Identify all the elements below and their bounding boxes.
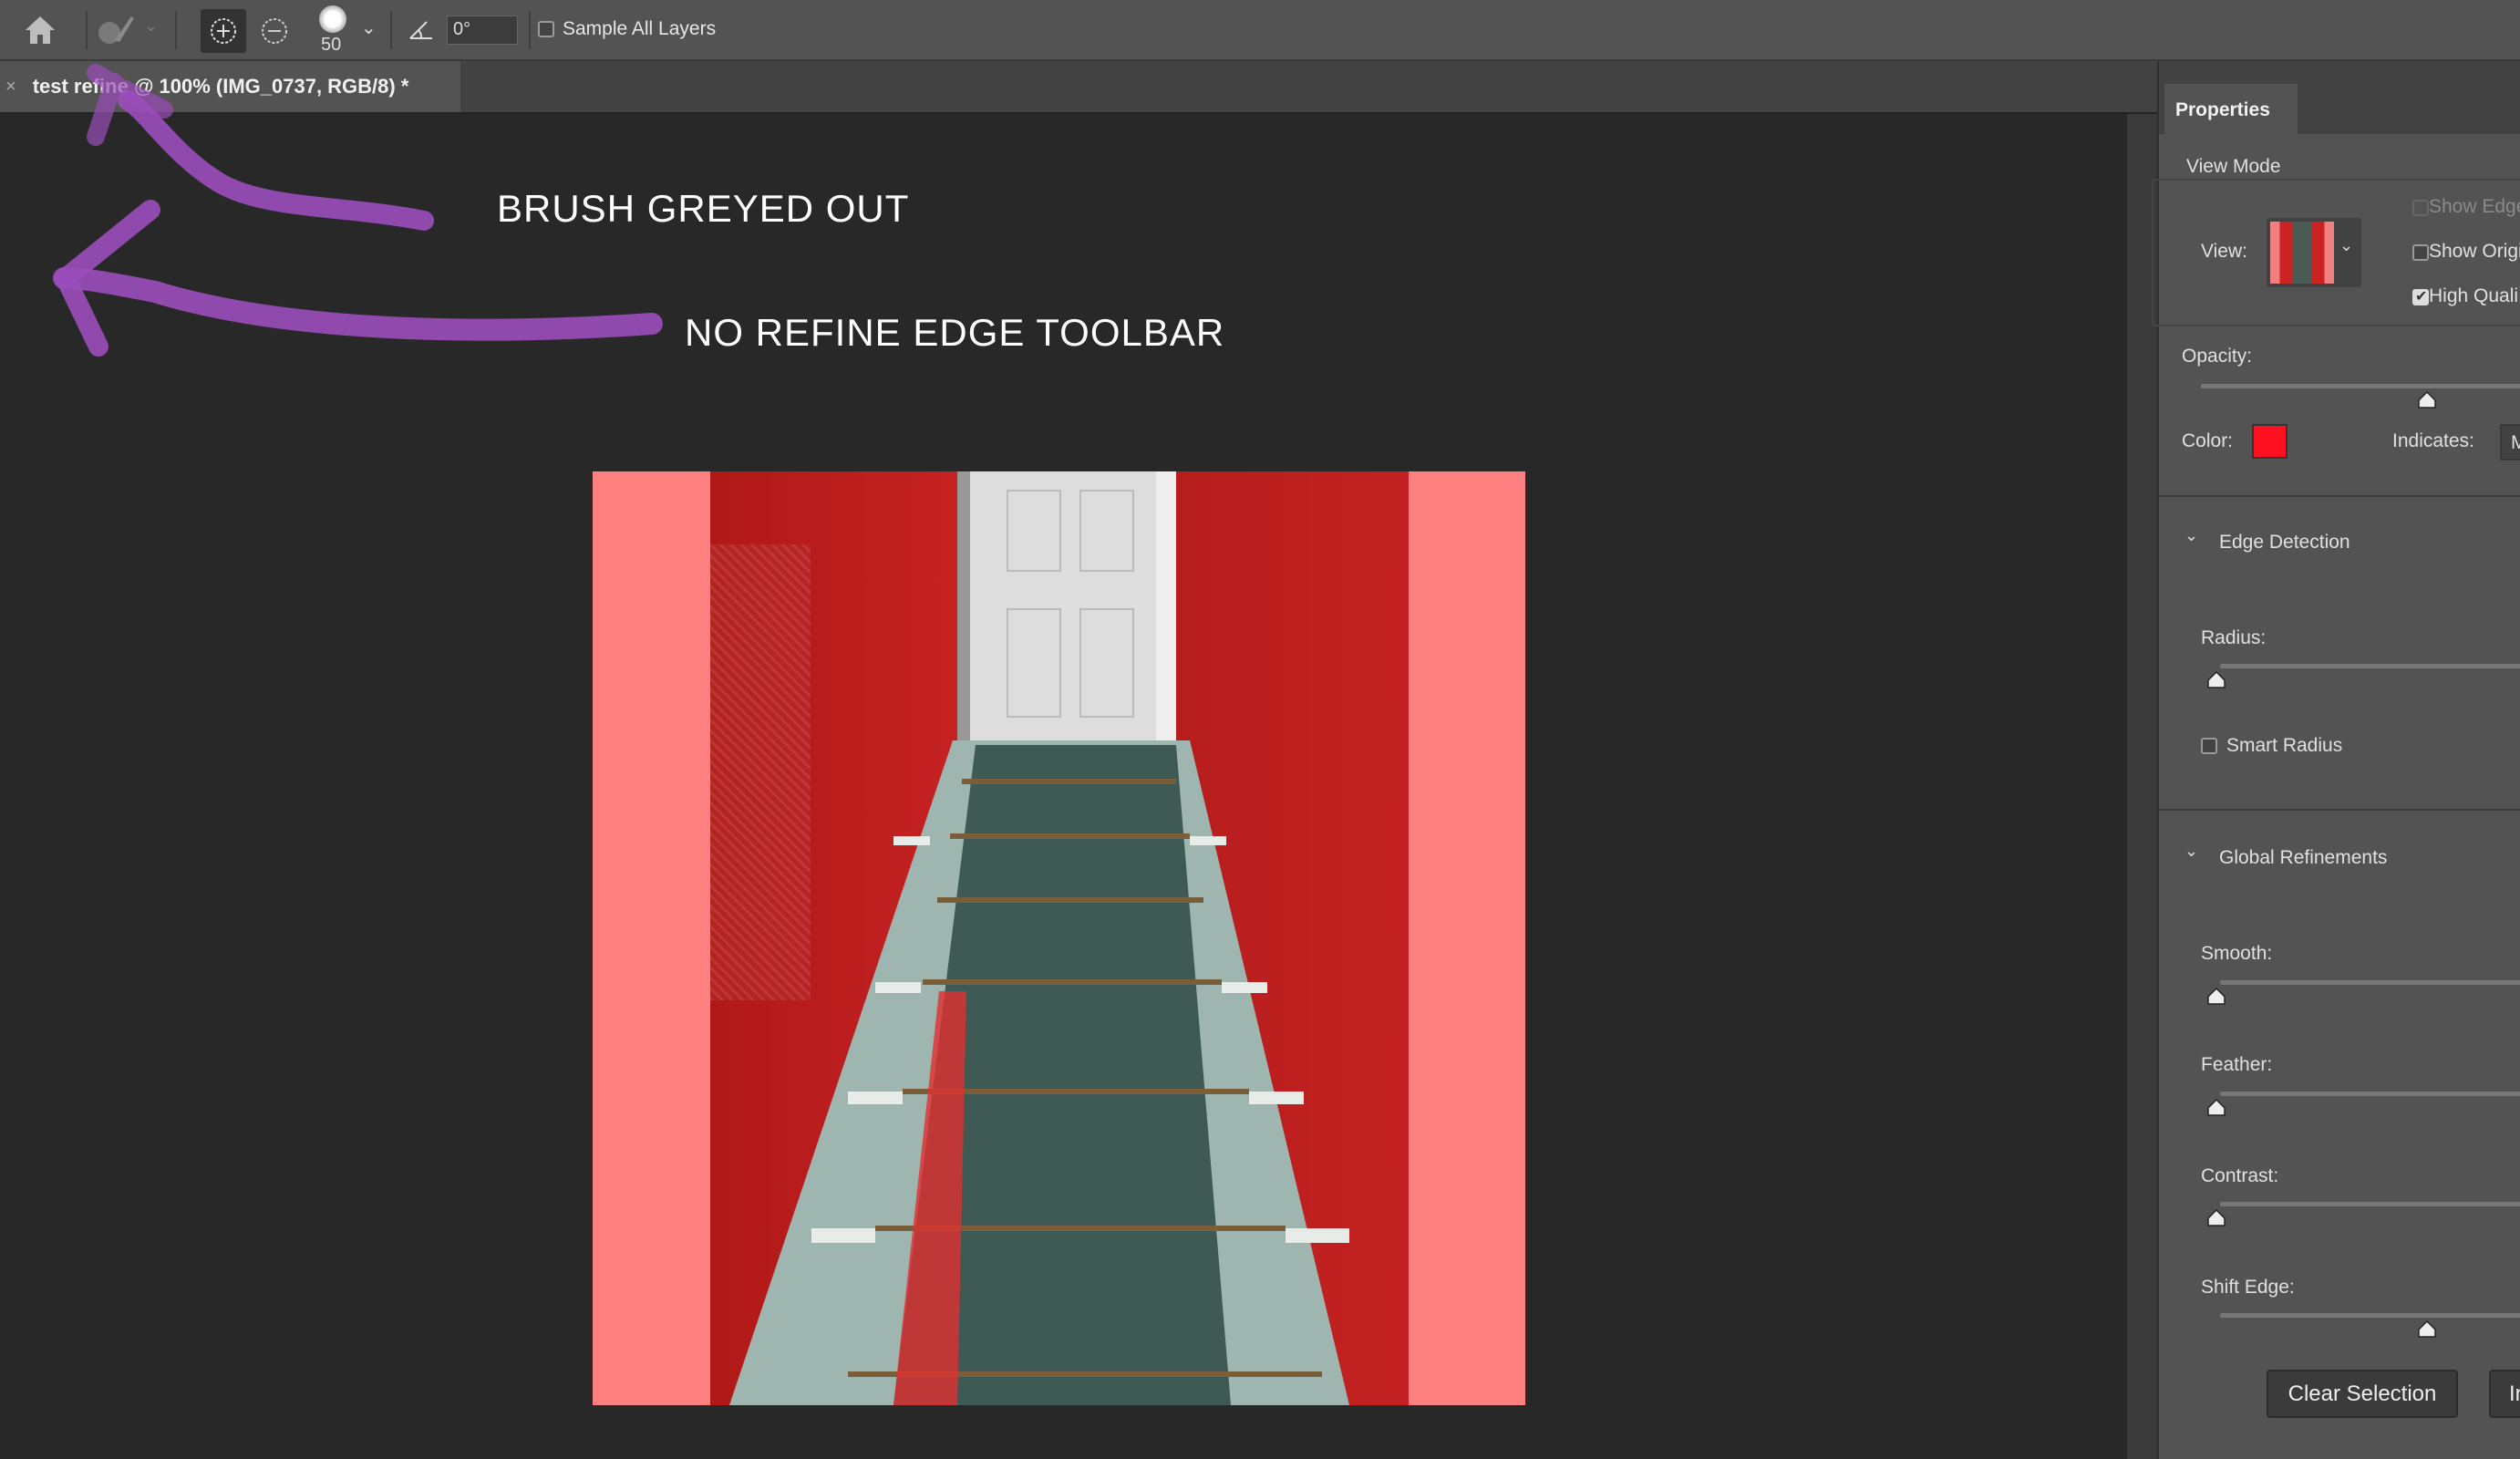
canvas-image[interactable] bbox=[593, 471, 1525, 1405]
clear-selection-button[interactable]: Clear Selection bbox=[2267, 1370, 2458, 1418]
feather-slider-track[interactable] bbox=[2220, 1092, 2520, 1096]
arrow-to-options-bar bbox=[53, 267, 663, 341]
shift-edge-slider-track[interactable] bbox=[2220, 1313, 2520, 1318]
indicates-label: Indicates: bbox=[2392, 430, 2474, 451]
high-quality-label: High Quali bbox=[2429, 285, 2519, 306]
opacity-label: Opacity: bbox=[2182, 346, 2253, 367]
show-edge-label: Show Edge bbox=[2429, 196, 2520, 217]
edge-detection-header[interactable]: Edge Detection bbox=[2219, 532, 2350, 554]
divider bbox=[2159, 809, 2520, 811]
smooth-slider-track[interactable] bbox=[2220, 980, 2520, 985]
divider bbox=[2159, 495, 2520, 497]
chevron-down-icon: ⌄ bbox=[2339, 236, 2354, 254]
show-original-checkbox[interactable] bbox=[2412, 244, 2429, 261]
smart-radius-checkbox[interactable] bbox=[2201, 738, 2217, 754]
overlay-color-swatch[interactable] bbox=[2252, 424, 2288, 459]
high-quality-checkbox[interactable] bbox=[2412, 287, 2429, 305]
stairs bbox=[729, 740, 1349, 1405]
color-label: Color: bbox=[2182, 430, 2234, 451]
shift-edge-label: Shift Edge: bbox=[2201, 1277, 2295, 1298]
view-label: View: bbox=[2201, 241, 2247, 262]
properties-tab[interactable]: Properties bbox=[2164, 84, 2298, 134]
global-refinements-chevron-icon[interactable]: ⌄ bbox=[2184, 842, 2198, 861]
smooth-label: Smooth: bbox=[2201, 943, 2273, 964]
annotation-brush-greyed-out: BRUSH GREYED OUT bbox=[497, 187, 910, 230]
feather-slider-thumb[interactable] bbox=[2206, 1099, 2226, 1117]
opacity-slider-track[interactable] bbox=[2201, 384, 2520, 388]
smooth-slider-thumb[interactable] bbox=[2206, 988, 2226, 1006]
show-edge-checkbox[interactable] bbox=[2412, 200, 2429, 216]
feather-label: Feather: bbox=[2201, 1054, 2273, 1075]
arrow-to-brush bbox=[118, 90, 434, 231]
global-refinements-header[interactable]: Global Refinements bbox=[2219, 847, 2387, 869]
edge-detection-chevron-icon[interactable]: ⌄ bbox=[2184, 526, 2198, 545]
show-original-label: Show Origi bbox=[2429, 241, 2520, 262]
smart-radius-label: Smart Radius bbox=[2226, 735, 2343, 756]
view-thumbnail bbox=[2270, 222, 2334, 284]
invert-button[interactable]: In bbox=[2489, 1370, 2520, 1418]
panel-header: Properties bbox=[2159, 61, 2520, 134]
contrast-slider-thumb[interactable] bbox=[2206, 1209, 2226, 1227]
contrast-label: Contrast: bbox=[2201, 1165, 2279, 1186]
radius-label: Radius: bbox=[2201, 627, 2267, 648]
view-mode-dropdown[interactable]: ⌄ bbox=[2267, 218, 2361, 287]
indicates-dropdown[interactable]: M bbox=[2500, 424, 2520, 460]
view-mode-title: View Mode bbox=[2179, 156, 2288, 178]
opacity-slider-thumb[interactable] bbox=[2417, 391, 2437, 409]
radius-slider-track[interactable] bbox=[2220, 664, 2520, 668]
radius-slider-thumb[interactable] bbox=[2206, 671, 2226, 689]
annotation-no-refine-edge-toolbar: NO REFINE EDGE TOOLBAR bbox=[685, 311, 1225, 354]
shift-edge-slider-thumb[interactable] bbox=[2417, 1320, 2437, 1339]
contrast-slider-track[interactable] bbox=[2220, 1202, 2520, 1206]
properties-panel: Properties View Mode View: ⌄ Show Edge S… bbox=[2152, 61, 2520, 1459]
